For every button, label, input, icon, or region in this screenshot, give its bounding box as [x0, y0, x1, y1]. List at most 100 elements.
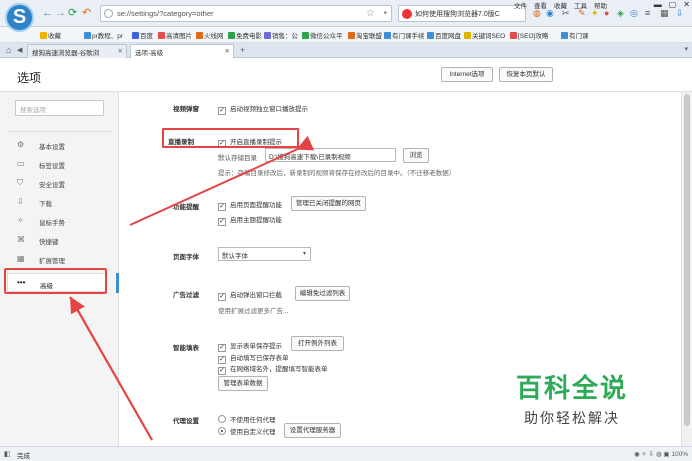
form-save-prompt-checkbox[interactable]: ✓ 显示表单保存提示	[218, 340, 282, 352]
no-proxy-radio[interactable]: 不使用任何代理	[218, 414, 276, 424]
sidebar-toggle-icon[interactable]: ◧	[4, 450, 11, 458]
video-popup-checkbox[interactable]: ✓ 启动视频独立窗口播放提示	[218, 103, 308, 115]
address-url[interactable]: se://settings/?category=other	[117, 9, 214, 18]
font-select[interactable]: 默认字体 ▾	[218, 247, 311, 261]
radio-icon[interactable]	[218, 427, 226, 435]
menu-file[interactable]: 文件	[514, 3, 527, 10]
radio-icon[interactable]	[218, 415, 226, 423]
checkbox-icon[interactable]: ✓	[218, 203, 226, 211]
menu-favorites[interactable]: 收藏	[554, 3, 567, 10]
sidebar-item-gestures[interactable]: ✧ 鼠标手势	[0, 211, 118, 230]
fav-item[interactable]: 火线网	[196, 30, 224, 40]
chevron-down-icon[interactable]: ▾	[684, 45, 688, 53]
checkbox-icon[interactable]: ✓	[218, 218, 226, 226]
checkbox-icon[interactable]: ✓	[218, 107, 226, 115]
fav-item[interactable]: 有门课	[561, 30, 589, 40]
fav-item[interactable]: 微信公众平	[302, 30, 343, 40]
checkbox-icon[interactable]: ✓	[218, 293, 226, 301]
zoom-level[interactable]: ◉ ✧ ⇩ ◍ ▣ 100%	[634, 450, 688, 458]
close-icon[interactable]: ✕	[118, 47, 123, 55]
sidebar-item-security[interactable]: ⛉ 安全设置	[0, 173, 118, 192]
fav-item[interactable]: [SEO]攻略	[510, 30, 548, 40]
manage-closed-tips-button[interactable]: 管理已关闭提醒的网页	[291, 196, 366, 211]
tab-list-icon[interactable]: ◀	[17, 46, 22, 54]
section-label-video: 视频弹窗	[173, 106, 199, 113]
smart-fill-remind-checkbox[interactable]: ✓ 在网络域名外，提醒填写智能表单	[218, 363, 328, 375]
translate-icon[interactable]: ◈	[617, 8, 624, 18]
fav-item[interactable]: 免费电影	[228, 30, 262, 40]
tab-options[interactable]: 选项-高级 ✕	[130, 44, 234, 58]
status-text: 完成	[17, 453, 30, 460]
site-icon	[348, 32, 355, 39]
section-label-ad: 广告过滤	[173, 292, 199, 299]
scrollbar-thumb[interactable]	[684, 94, 690, 426]
site-icon	[228, 32, 235, 39]
maximize-button[interactable]: ▢	[669, 0, 677, 9]
open-exceptions-button[interactable]: 打开例外列表	[291, 336, 344, 351]
theme-tips-checkbox[interactable]: ✓ 启用主题提醒功能	[218, 214, 282, 226]
sidebar-item-basic[interactable]: ⚙ 基本设置	[0, 135, 118, 154]
annotation-highlight-box	[4, 268, 107, 294]
tab-bar: ⌂ ◀ 搜狗高速浏览器-谷歌浏 ✕ 选项-高级 ✕ + ▾	[0, 43, 692, 58]
tab-browser[interactable]: 搜狗高速浏览器-谷歌浏 ✕	[27, 44, 127, 58]
undo-close-button[interactable]: ↶	[82, 8, 91, 19]
sidebar-item-extensions[interactable]: ▦ 扩展管理	[0, 249, 118, 268]
menu-icon[interactable]: ≡	[645, 8, 650, 18]
reload-button[interactable]: ⟳	[68, 8, 77, 19]
checkbox-icon[interactable]: ✓	[218, 367, 226, 375]
browse-button[interactable]: 浏览	[403, 148, 429, 163]
chevron-down-icon[interactable]: ▾	[383, 9, 387, 17]
fav-item[interactable]: 收藏	[40, 30, 61, 40]
settings-search-input[interactable]: 搜索选项	[15, 100, 104, 116]
forward-button[interactable]: →	[55, 8, 66, 19]
annotation-highlight-box	[162, 128, 299, 148]
browser-toolbar: S ← → ⟳ ↶ se://settings/?category=other …	[0, 0, 692, 32]
manage-form-data-button[interactable]: 管理表单数据	[218, 376, 268, 391]
storage-dir-field[interactable]: D:\搜狗高速下载\已录制视频	[265, 148, 396, 162]
menu-view[interactable]: 查看	[534, 3, 547, 10]
section-label-fill: 智能填表	[173, 345, 199, 352]
custom-proxy-radio[interactable]: 使用自定义代理	[218, 426, 276, 436]
internet-options-button[interactable]: Internet选项	[441, 67, 493, 82]
address-bar[interactable]: se://settings/?category=other ☆ ▾	[100, 5, 392, 22]
sidebar-item-shortcuts[interactable]: ⌘ 快捷键	[0, 230, 118, 249]
popup-block-checkbox[interactable]: ✓ 启动弹出窗口拦截	[218, 289, 282, 301]
menu-tools[interactable]: 工具	[574, 3, 587, 10]
fav-item[interactable]: 百度	[132, 30, 153, 40]
fav-item[interactable]: 百度网盘	[427, 30, 461, 40]
browser-logo[interactable]: S	[5, 3, 34, 32]
search-box[interactable]: 如何使用搜狗浏览器7.0版C	[398, 5, 526, 22]
fav-item[interactable]: pr教程、pr	[84, 30, 123, 40]
menu-help[interactable]: 帮助	[594, 3, 607, 10]
sidebar-item-tabs[interactable]: ▭ 标签设置	[0, 154, 118, 173]
account-icon[interactable]: ◎	[630, 8, 638, 18]
close-icon[interactable]: ✕	[225, 47, 230, 55]
minimize-button[interactable]: ▬	[654, 0, 662, 9]
bookmark-star-icon[interactable]: ☆	[366, 8, 375, 19]
back-button[interactable]: ←	[42, 8, 53, 19]
restore-defaults-button[interactable]: 恢复本页默认	[499, 67, 553, 82]
checkbox-icon[interactable]: ✓	[218, 344, 226, 352]
fav-item[interactable]: 有门课手续	[384, 30, 425, 40]
home-icon[interactable]: ⌂	[6, 45, 11, 55]
fav-item[interactable]: 关键词SEO	[464, 30, 505, 40]
ad-filter-link[interactable]: 使用扩展过滤更多广告...	[218, 305, 288, 315]
sidebar-item-label: 下载	[39, 201, 52, 208]
download-icon[interactable]: ⇩	[676, 8, 684, 18]
proxy-settings-button[interactable]: 设置代理服务器	[284, 423, 341, 438]
site-icon	[132, 32, 139, 39]
close-window-button[interactable]: ✕	[683, 0, 690, 9]
site-icon	[84, 32, 91, 39]
edit-whitelist-button[interactable]: 编辑免过滤列表	[295, 286, 350, 301]
fav-item[interactable]: 销售：公	[264, 30, 298, 40]
grid-icon[interactable]: ▦	[660, 8, 669, 18]
fav-item[interactable]: 淘宝联盟	[348, 30, 382, 40]
sidebar-item-download[interactable]: ⇩ 下载	[0, 192, 118, 211]
window-controls: ▬ ▢ ✕	[647, 0, 690, 9]
sogou-search-icon	[402, 9, 412, 19]
vertical-scrollbar[interactable]	[681, 92, 692, 446]
fav-item[interactable]: 高清图片	[158, 30, 192, 40]
page-tips-checkbox[interactable]: ✓ 启用页面提醒功能	[218, 199, 282, 211]
new-tab-button[interactable]: +	[240, 45, 245, 55]
search-input[interactable]: 如何使用搜狗浏览器7.0版C	[415, 9, 513, 19]
